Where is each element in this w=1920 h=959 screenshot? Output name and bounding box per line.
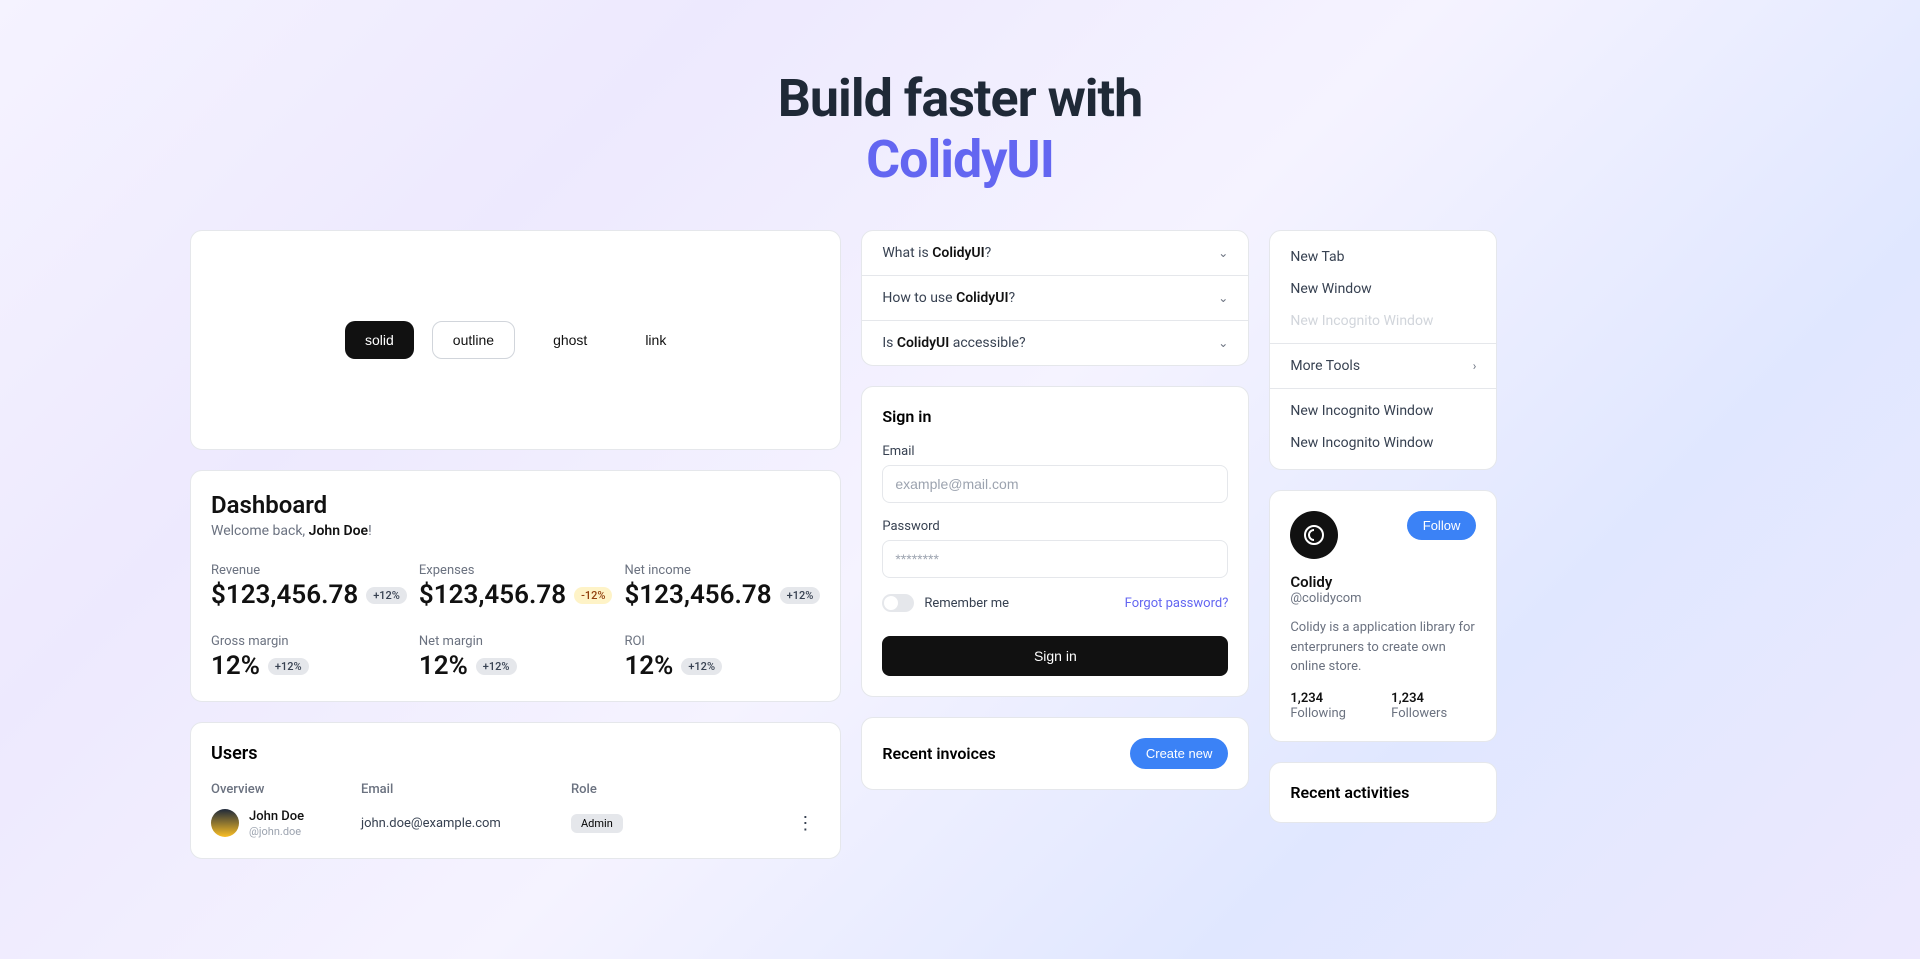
menu-item[interactable]: New Tab — [1270, 241, 1496, 273]
activities-card: Recent activities — [1269, 762, 1497, 823]
chevron-right-icon: › — [1473, 359, 1477, 373]
password-field[interactable] — [882, 540, 1228, 578]
users-header-role: Role — [571, 782, 790, 797]
menu-item: New Incognito Window — [1270, 305, 1496, 337]
stat-item: Gross margin 12% +12% — [211, 634, 407, 681]
forgot-password-link[interactable]: Forgot password? — [1125, 596, 1229, 611]
signin-title: Sign in — [882, 407, 1228, 426]
invoices-title: Recent invoices — [882, 744, 995, 763]
remember-label: Remember me — [924, 596, 1009, 611]
accordion-item[interactable]: How to use ColidyUI? ⌄ — [862, 276, 1248, 321]
accordion-item[interactable]: What is ColidyUI? ⌄ — [862, 231, 1248, 276]
chevron-down-icon: ⌄ — [1218, 246, 1228, 260]
menu-item[interactable]: New Window — [1270, 273, 1496, 305]
stat-value: 12% — [419, 651, 468, 681]
stat-item: Revenue $123,456.78 +12% — [211, 563, 407, 610]
menu-item[interactable]: New Incognito Window — [1270, 395, 1496, 427]
row-menu-button[interactable]: ⋮ — [790, 813, 820, 834]
context-menu: New TabNew WindowNew Incognito Window Mo… — [1269, 230, 1497, 470]
profile-card: Follow Colidy @colidycom Colidy is a app… — [1269, 490, 1497, 742]
dashboard-title: Dashboard — [211, 491, 820, 519]
remember-switch[interactable] — [882, 594, 914, 612]
hero: Build faster with ColidyUI — [0, 0, 1920, 230]
user-email: john.doe@example.com — [361, 816, 571, 831]
invoices-card: Recent invoices Create new — [861, 717, 1249, 790]
signin-card: Sign in Email Password Remember me Forgo… — [861, 386, 1249, 697]
dashboard-subtitle: Welcome back, John Doe! — [211, 523, 820, 539]
email-field[interactable] — [882, 465, 1228, 503]
stat-label: Net income — [624, 563, 820, 578]
user-handle: @john.doe — [249, 825, 304, 838]
password-label: Password — [882, 519, 1228, 534]
profile-handle: @colidycom — [1290, 591, 1476, 606]
email-label: Email — [882, 444, 1228, 459]
create-invoice-button[interactable]: Create new — [1130, 738, 1228, 769]
stat-value: 12% — [624, 651, 673, 681]
stat-label: Net margin — [419, 634, 613, 649]
follow-button[interactable]: Follow — [1407, 511, 1477, 540]
profile-avatar — [1290, 511, 1338, 559]
users-card: Users Overview Email Role John Doe @john… — [190, 722, 841, 859]
stat-item: Expenses $123,456.78 -12% — [419, 563, 613, 610]
hero-title-text: Build faster with — [778, 68, 1143, 129]
chevron-down-icon: ⌄ — [1218, 291, 1228, 305]
solid-button[interactable]: solid — [345, 321, 414, 359]
stat-item: ROI 12% +12% — [624, 634, 820, 681]
signin-button[interactable]: Sign in — [882, 636, 1228, 676]
menu-item[interactable]: New Incognito Window — [1270, 427, 1496, 459]
users-title: Users — [211, 743, 820, 764]
table-row: John Doe @john.doe john.doe@example.com … — [211, 809, 820, 838]
stat-label: Expenses — [419, 563, 613, 578]
activities-title: Recent activities — [1290, 783, 1476, 802]
stat-delta-badge: +12% — [268, 658, 309, 675]
buttons-card: solid outline ghost link — [190, 230, 841, 450]
outline-button[interactable]: outline — [432, 321, 515, 359]
stat-delta-badge: +12% — [476, 658, 517, 675]
menu-item-more-tools[interactable]: More Tools › — [1270, 350, 1496, 382]
hero-brand: ColidyUI — [0, 129, 1920, 190]
avatar — [211, 809, 239, 837]
dashboard-card: Dashboard Welcome back, John Doe! Revenu… — [190, 470, 841, 702]
stat-delta-badge: +12% — [681, 658, 722, 675]
link-button[interactable]: link — [625, 321, 686, 359]
stat-label: Gross margin — [211, 634, 407, 649]
hero-title: Build faster with ColidyUI — [0, 68, 1920, 190]
users-header-overview: Overview — [211, 782, 361, 797]
stat-label: ROI — [624, 634, 820, 649]
stat-value: $123,456.78 — [211, 580, 358, 610]
users-header-email: Email — [361, 782, 571, 797]
stat-value: 12% — [211, 651, 260, 681]
stat-delta-badge: +12% — [366, 587, 407, 604]
profile-bio: Colidy is a application library for ente… — [1290, 618, 1476, 677]
stat-label: Revenue — [211, 563, 407, 578]
user-name: John Doe — [249, 809, 304, 825]
profile-name: Colidy — [1290, 573, 1476, 591]
chevron-down-icon: ⌄ — [1218, 336, 1228, 350]
stat-delta-badge: -12% — [574, 587, 612, 604]
stat-delta-badge: +12% — [780, 587, 821, 604]
accordion-card: What is ColidyUI? ⌄How to use ColidyUI? … — [861, 230, 1249, 366]
ghost-button[interactable]: ghost — [533, 321, 607, 359]
role-badge: Admin — [571, 814, 623, 833]
stat-item: Net margin 12% +12% — [419, 634, 613, 681]
stat-value: $123,456.78 — [624, 580, 771, 610]
accordion-item[interactable]: Is ColidyUI accessible? ⌄ — [862, 321, 1248, 365]
stat-value: $123,456.78 — [419, 580, 566, 610]
stat-item: Net income $123,456.78 +12% — [624, 563, 820, 610]
